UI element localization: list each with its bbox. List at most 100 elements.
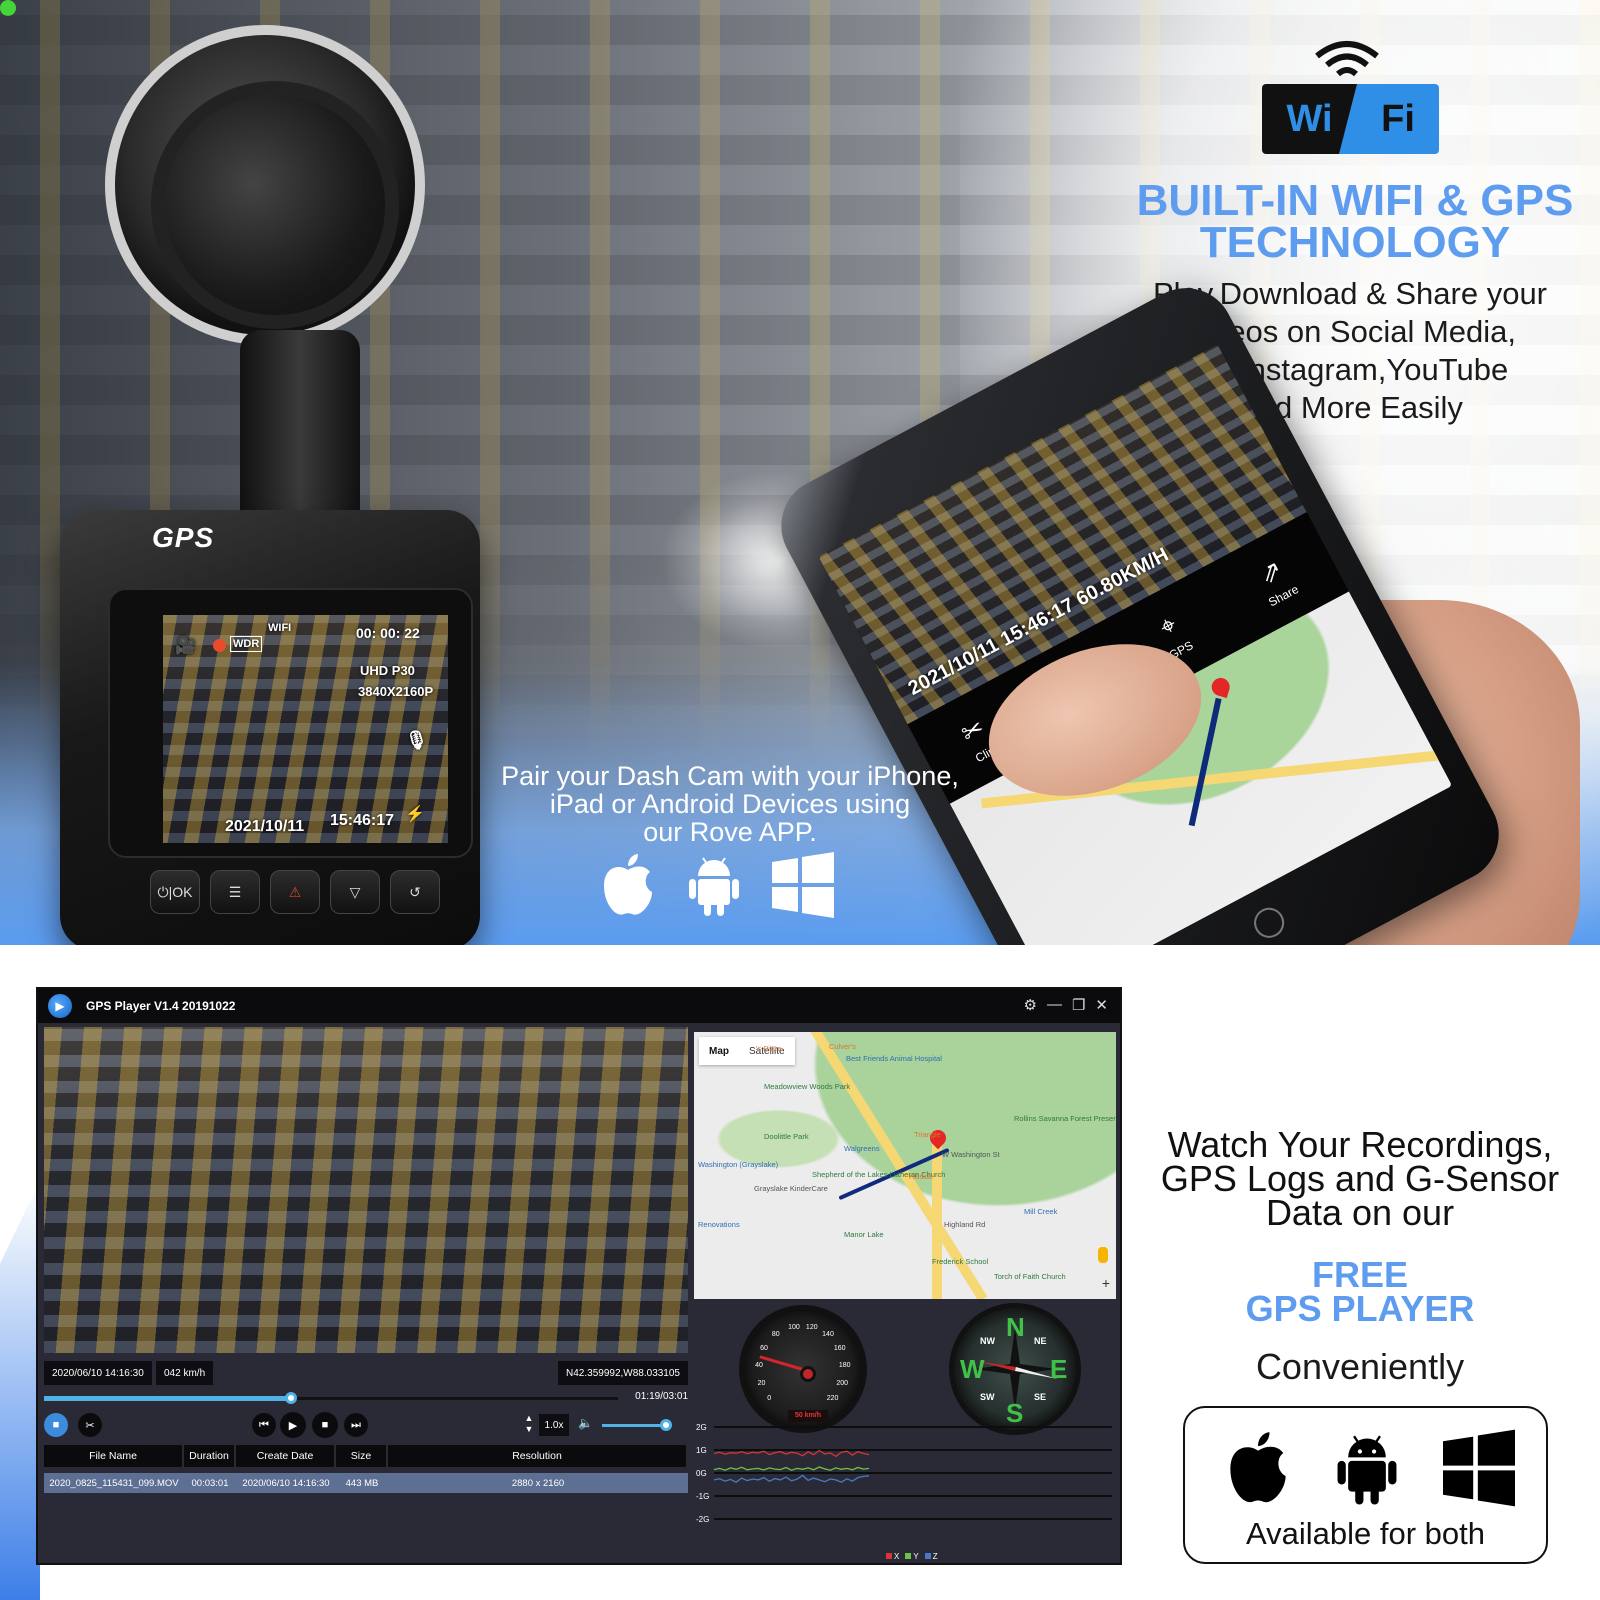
compass: N E S W NE SE SW NW [949,1303,1081,1435]
clip-icon: ✂ [955,711,990,749]
settings-gear-icon[interactable]: ⚙ [1024,996,1037,1014]
dash-cam-brand: GPS [152,522,215,553]
playback-time: 01:19/03:01 [635,1391,688,1402]
gps-player-window: ▶ GPS Player V1.4 20191022 ⚙ — ❐ ✕ 2020/… [36,987,1122,1565]
pair-description: Pair your Dash Cam with your iPhone, iPa… [470,762,990,846]
screen-time: 15:46:17 [330,812,395,829]
cell-duration: 00:03:01 [191,1477,229,1489]
speed-stepper[interactable]: ▲ ▼ [524,1413,534,1437]
column-create-date[interactable]: Create Date [236,1445,336,1467]
platform-icons [600,852,834,918]
column-file-name[interactable]: File Name [44,1445,184,1467]
close-icon[interactable]: ✕ [1095,996,1108,1014]
play-button[interactable]: ▶ [280,1412,306,1438]
map-label: Mill Creek [1024,1207,1058,1216]
skip-forward-icon: ⏭ [351,1418,361,1431]
speedometer-tick-label: 120 [805,1323,818,1331]
gps-player-line: GPS PLAYER [1245,1288,1475,1329]
hero-title-line2: TECHNOLOGY [1199,218,1511,267]
share-icon: ⇗ [1253,553,1288,590]
column-size[interactable]: Size [336,1445,388,1467]
speedometer-tick-label: 200 [836,1379,849,1387]
volume-slider[interactable] [602,1424,666,1427]
watch-line: Watch Your Recordings, [1167,1124,1553,1165]
column-resolution[interactable]: Resolution [388,1445,688,1467]
battery-charging-icon: ⚡ [405,806,425,823]
map-label: Washington (Grayslake) [698,1160,779,1169]
volume-handle[interactable] [660,1419,672,1431]
g-sensor-series-x [713,1449,870,1458]
mount-neck [240,330,360,530]
legend-z: Z [924,1552,938,1561]
speedometer-tick-label: 140 [822,1331,834,1339]
decorative-wedge [0,1180,40,1600]
window-controls: ⚙ — ❐ ✕ [1024,996,1108,1014]
power-ok-button[interactable]: ⏻|OK [150,870,200,914]
table-row[interactable]: 2020_0825_115431_099.MOV 00:03:01 2020/0… [44,1473,688,1493]
app-logo-icon: ▶ [48,994,72,1018]
map-label: Meadowview Woods Park [764,1082,851,1091]
wifi-label: WIFI [268,622,292,634]
free-line: FREE [1311,1254,1408,1295]
cell-create-date: 2020/06/10 14:16:30 [242,1477,330,1489]
availability-box: Available for both [1183,1406,1548,1564]
apple-icon [604,854,652,915]
previous-button[interactable]: ⏮ [252,1413,276,1437]
pair-line: our Rove APP. [643,817,817,847]
volume-icon[interactable]: 🔈 [578,1416,593,1430]
menu-button[interactable]: ☰ [210,870,260,914]
phone-share-button[interactable]: ⇗ Share [1249,551,1301,609]
down-button[interactable]: ▽ [330,870,380,914]
street-view-pegman-icon[interactable] [1098,1247,1108,1263]
microphone-icon: 🎙 [405,730,428,750]
map-label: W Washington St [942,1150,1000,1159]
legend-y: Y [905,1552,919,1561]
cell-resolution: 2880 x 2160 [511,1477,565,1489]
map-zoom-in-button[interactable]: + [1102,1275,1110,1291]
watch-description: Watch Your Recordings, GPS Logs and G-Se… [1150,1124,1570,1231]
speed-up-icon[interactable]: ▲ [524,1413,534,1424]
speedometer-tick-label: 60 [760,1344,768,1352]
playback-button[interactable]: ↺ [390,870,440,914]
minimize-icon[interactable]: — [1047,996,1062,1014]
play-icon: ▶ [288,1419,298,1432]
playback-speed[interactable]: 1.0x [539,1414,569,1436]
video-viewport[interactable] [44,1027,688,1353]
next-button[interactable]: ⏭ [344,1413,368,1437]
conveniently-text: Conveniently [1255,1346,1465,1387]
apple-icon [1230,1432,1286,1503]
cell-size: 443 MB [345,1477,379,1489]
speedometer-tick-label: 100 [788,1323,800,1331]
speedometer-tick-label: 20 [757,1379,766,1387]
map-label: Triangle [914,1130,941,1139]
map-highway [932,1144,942,1299]
tab-map[interactable]: Map [699,1046,739,1057]
table-header: File Name Duration Create Date Size Reso… [44,1445,688,1467]
seek-bar[interactable]: 01:19/03:01 [44,1390,688,1406]
coordinates-readout: N42.359992,W88.033105 [558,1361,688,1385]
cell-file-name: 2020_0825_115431_099.MOV [49,1477,179,1489]
cut-button[interactable]: ✂ [78,1413,102,1437]
map-panel[interactable]: Map Satellite 's Pizza Culver's Best Frien… [694,1029,1116,1299]
speedometer-tick-label: 160 [833,1344,846,1352]
seek-handle[interactable] [284,1392,297,1404]
compass-ordinal-sw: SW [980,1392,995,1402]
mount-knob [165,95,385,315]
column-duration[interactable]: Duration [184,1445,236,1467]
windows-icon [1443,1429,1515,1507]
open-folder-button[interactable]: ■ [44,1413,68,1437]
legend-x: X [886,1552,899,1561]
wifi-logo: Wi Fi [1262,84,1439,154]
skip-back-icon: ⏮ [259,1418,269,1431]
stop-button[interactable]: ■ [312,1412,338,1438]
home-button[interactable] [1248,902,1290,944]
map-label: Renovations [698,1220,740,1229]
restore-icon[interactable]: ❐ [1072,996,1085,1014]
emergency-button[interactable]: ⚠ [270,870,320,914]
g-sensor-axis-label: -2G [696,1515,709,1524]
map-label: Torch of Faith Church [994,1272,1066,1281]
title-bar[interactable]: ▶ GPS Player V1.4 20191022 ⚙ — ❐ ✕ [38,989,1120,1023]
g-sensor-plot: 2G 1G 0G -1G -2G [696,1423,1112,1524]
speed-down-icon[interactable]: ▼ [524,1424,534,1435]
availability-platform-icons [1225,1428,1515,1508]
